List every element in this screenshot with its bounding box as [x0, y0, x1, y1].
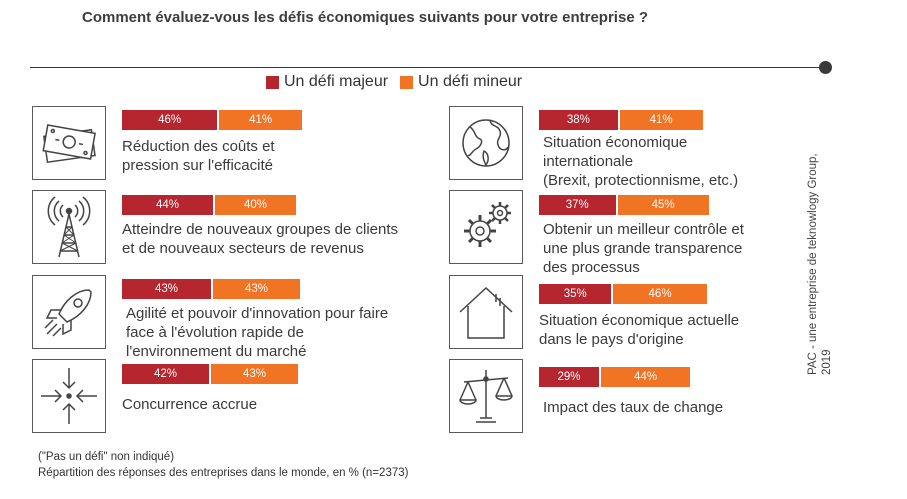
bar-minor-1: 41%	[217, 110, 303, 130]
antenna-icon	[32, 190, 106, 264]
legend-item-major: Un défi majeur	[266, 73, 388, 91]
label-line: (Brexit, protectionnisme, etc.)	[543, 172, 739, 189]
bar-row-5: 38% 41%	[539, 110, 703, 130]
globe-icon	[449, 106, 523, 180]
label-line: Obtenir un meilleur contrôle et	[543, 221, 744, 238]
bar-row-8: 29% 44%	[539, 367, 691, 387]
bar-minor-7: 46%	[611, 284, 707, 304]
label-line: internationale	[543, 153, 634, 170]
label-line: Situation économique	[543, 134, 688, 151]
bar-minor-6: 45%	[615, 195, 709, 215]
money-icon	[32, 106, 106, 180]
legend-label-minor: Un défi mineur	[418, 73, 523, 90]
label-line: pression sur l'efficacité	[122, 157, 273, 174]
title-divider	[30, 67, 825, 68]
category-label-4: Concurrence accrue	[122, 395, 257, 414]
label-line: l'environnement du marché	[126, 343, 307, 360]
bar-major-6: 37%	[539, 195, 616, 215]
legend-swatch-major	[266, 75, 279, 89]
bar-row-1: 46% 41%	[122, 110, 303, 130]
label-line: Atteindre de nouveaux groupes de clients	[122, 221, 399, 238]
bar-minor-5: 41%	[617, 110, 703, 130]
category-label-7: Situation économique actuelle dans le pa…	[539, 311, 739, 349]
label-line: Agilité et pouvoir d'innovation pour fai…	[126, 305, 389, 322]
bar-minor-3: 43%	[211, 279, 300, 299]
label-line: Concurrence accrue	[122, 396, 258, 413]
label-line: une plus grande transparence	[543, 240, 743, 257]
bar-minor-4: 43%	[208, 364, 298, 384]
label-line: Réduction des coûts et	[122, 138, 275, 155]
bar-major-3: 43%	[122, 279, 211, 299]
rocket-icon	[32, 275, 106, 349]
bar-row-2: 44% 40%	[122, 195, 296, 215]
source-line: 2019	[821, 349, 833, 375]
source-line: PAC - une entreprise de teknowlogy Group…	[807, 153, 819, 375]
chart-title: Comment évaluez-vous les défis économiqu…	[82, 9, 648, 26]
house-icon	[449, 275, 523, 349]
source-note: PAC - une entreprise de teknowlogy Group…	[806, 153, 834, 375]
legend-label-major: Un défi majeur	[284, 73, 389, 90]
bar-major-8: 29%	[539, 367, 600, 387]
bar-major-4: 42%	[122, 364, 209, 384]
scale-icon	[449, 359, 523, 433]
category-label-6: Obtenir un meilleur contrôle et une plus…	[543, 220, 744, 277]
bar-row-3: 43% 43%	[122, 279, 300, 299]
label-line: des processus	[543, 259, 640, 276]
bar-minor-2: 40%	[213, 195, 296, 215]
category-label-2: Atteindre de nouveaux groupes de clients…	[122, 220, 398, 258]
category-label-8: Impact des taux de change	[543, 398, 723, 417]
bar-row-6: 37% 45%	[539, 195, 709, 215]
bar-minor-8: 44%	[599, 367, 691, 387]
label-line: Situation économique actuelle	[539, 312, 740, 329]
bar-major-1: 46%	[122, 110, 218, 130]
legend: Un défi majeur Un défi mineur	[266, 72, 534, 92]
footnote: ("Pas un défi" non indiqué)	[38, 451, 175, 463]
divider-dot	[819, 61, 832, 74]
compress-arrows-icon	[32, 359, 106, 433]
category-label-5: Situation économique internationale (Bre…	[543, 133, 738, 190]
category-label-3: Agilité et pouvoir d'innovation pour fai…	[126, 304, 388, 361]
bar-major-7: 35%	[539, 284, 612, 304]
bar-major-5: 38%	[539, 110, 618, 130]
legend-item-minor: Un défi mineur	[400, 73, 522, 91]
label-line: Impact des taux de change	[543, 399, 724, 416]
caption: Répartition des réponses des entreprises…	[38, 467, 409, 479]
bar-major-2: 44%	[122, 195, 214, 215]
label-line: dans le pays d'origine	[539, 331, 684, 348]
label-line: face à l'évolution rapide de	[126, 324, 304, 341]
label-line: et de nouveaux secteurs de revenus	[122, 240, 364, 257]
bar-row-7: 35% 46%	[539, 284, 707, 304]
category-label-1: Réduction des coûts et pression sur l'ef…	[122, 137, 275, 175]
bar-row-4: 42% 43%	[122, 364, 298, 384]
gears-icon	[449, 190, 523, 264]
legend-swatch-minor	[400, 75, 414, 89]
